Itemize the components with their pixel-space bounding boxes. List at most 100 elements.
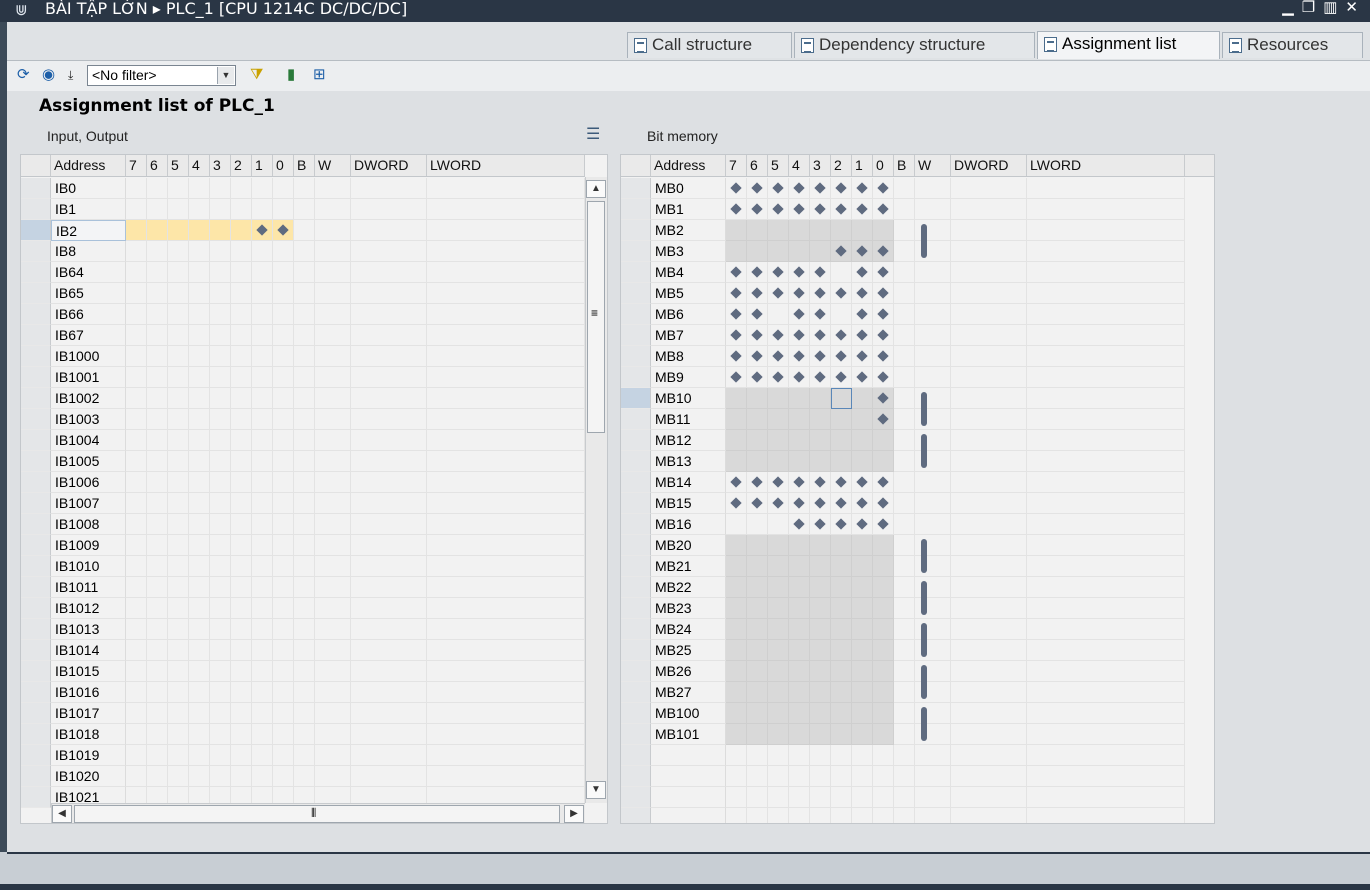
- value-cell[interactable]: [315, 535, 351, 556]
- value-cell[interactable]: [789, 787, 810, 808]
- value-cell[interactable]: [351, 304, 427, 325]
- value-cell[interactable]: [726, 556, 747, 577]
- value-cell[interactable]: [789, 598, 810, 619]
- row-selector[interactable]: [621, 682, 651, 703]
- value-cell[interactable]: [1027, 325, 1185, 346]
- value-cell[interactable]: [894, 199, 915, 220]
- value-cell[interactable]: [831, 766, 852, 787]
- value-cell[interactable]: [315, 178, 351, 199]
- value-cell[interactable]: [231, 262, 252, 283]
- value-cell[interactable]: [189, 472, 210, 493]
- value-cell[interactable]: [894, 745, 915, 766]
- value-cell[interactable]: [351, 388, 427, 409]
- value-cell[interactable]: [126, 409, 147, 430]
- table-row[interactable]: MB25: [621, 640, 1214, 661]
- address-cell[interactable]: MB101: [651, 724, 726, 745]
- value-cell[interactable]: [831, 535, 852, 556]
- value-cell[interactable]: [726, 766, 747, 787]
- value-cell[interactable]: [168, 640, 189, 661]
- value-cell[interactable]: [273, 640, 294, 661]
- value-cell[interactable]: [351, 367, 427, 388]
- value-cell[interactable]: [789, 682, 810, 703]
- address-cell[interactable]: MB8: [651, 346, 726, 367]
- address-cell[interactable]: IB1000: [51, 346, 126, 367]
- value-cell[interactable]: [951, 409, 1027, 430]
- table-row[interactable]: IB1007: [21, 493, 585, 514]
- table-row[interactable]: IB1020: [21, 766, 585, 787]
- value-cell[interactable]: [1027, 346, 1185, 367]
- value-cell[interactable]: [189, 367, 210, 388]
- table-row[interactable]: IB1013: [21, 619, 585, 640]
- value-cell[interactable]: [231, 766, 252, 787]
- row-selector[interactable]: [621, 598, 651, 619]
- value-cell[interactable]: [273, 619, 294, 640]
- row-selector[interactable]: [621, 199, 651, 220]
- table-row[interactable]: IB1002: [21, 388, 585, 409]
- value-cell[interactable]: [951, 472, 1027, 493]
- value-cell[interactable]: [915, 787, 951, 808]
- value-cell[interactable]: [1027, 598, 1185, 619]
- value-cell[interactable]: [147, 430, 168, 451]
- column-header[interactable]: B: [894, 155, 915, 176]
- value-cell[interactable]: [210, 178, 231, 199]
- table-row[interactable]: IB1009: [21, 535, 585, 556]
- value-cell[interactable]: [1027, 283, 1185, 304]
- value-cell[interactable]: [252, 304, 273, 325]
- value-cell[interactable]: [747, 388, 768, 409]
- value-cell[interactable]: [231, 220, 252, 241]
- value-cell[interactable]: [810, 556, 831, 577]
- value-cell[interactable]: [852, 703, 873, 724]
- value-cell[interactable]: [831, 262, 852, 283]
- value-cell[interactable]: [189, 682, 210, 703]
- value-cell[interactable]: [231, 682, 252, 703]
- value-cell[interactable]: [768, 577, 789, 598]
- value-cell[interactable]: [726, 703, 747, 724]
- value-cell[interactable]: [831, 661, 852, 682]
- value-cell[interactable]: [315, 304, 351, 325]
- value-cell[interactable]: [894, 388, 915, 409]
- value-cell[interactable]: [351, 241, 427, 262]
- address-cell[interactable]: MB21: [651, 556, 726, 577]
- value-cell[interactable]: [126, 304, 147, 325]
- value-cell[interactable]: [726, 451, 747, 472]
- value-cell[interactable]: [210, 262, 231, 283]
- value-cell[interactable]: [852, 619, 873, 640]
- value-cell[interactable]: [273, 430, 294, 451]
- value-cell[interactable]: [273, 241, 294, 262]
- table-row[interactable]: MB3: [621, 241, 1214, 262]
- value-cell[interactable]: [210, 409, 231, 430]
- value-cell[interactable]: [294, 262, 315, 283]
- value-cell[interactable]: [147, 220, 168, 241]
- value-cell[interactable]: [810, 409, 831, 430]
- value-cell[interactable]: [189, 640, 210, 661]
- value-cell[interactable]: [231, 472, 252, 493]
- value-cell[interactable]: [231, 619, 252, 640]
- value-cell[interactable]: [427, 451, 585, 472]
- value-cell[interactable]: [831, 640, 852, 661]
- value-cell[interactable]: [189, 178, 210, 199]
- value-cell[interactable]: [315, 619, 351, 640]
- value-cell[interactable]: [294, 682, 315, 703]
- column-header[interactable]: DWORD: [951, 155, 1027, 176]
- value-cell[interactable]: [147, 745, 168, 766]
- value-cell[interactable]: [351, 682, 427, 703]
- value-cell[interactable]: [726, 745, 747, 766]
- row-selector[interactable]: [621, 787, 651, 808]
- show-hide-icon[interactable]: ◉: [42, 67, 55, 83]
- value-cell[interactable]: [273, 556, 294, 577]
- value-cell[interactable]: [351, 178, 427, 199]
- row-selector[interactable]: [21, 241, 51, 262]
- table-row[interactable]: MB10: [621, 388, 1214, 409]
- value-cell[interactable]: [1027, 451, 1185, 472]
- value-cell[interactable]: [1027, 241, 1185, 262]
- value-cell[interactable]: [210, 493, 231, 514]
- value-cell[interactable]: [915, 199, 951, 220]
- value-cell[interactable]: [252, 430, 273, 451]
- value-cell[interactable]: [351, 745, 427, 766]
- table-row[interactable]: MB26: [621, 661, 1214, 682]
- tile-icon[interactable]: ▥: [1323, 0, 1337, 16]
- value-cell[interactable]: [873, 787, 894, 808]
- value-cell[interactable]: [210, 388, 231, 409]
- row-selector[interactable]: [621, 493, 651, 514]
- value-cell[interactable]: [789, 241, 810, 262]
